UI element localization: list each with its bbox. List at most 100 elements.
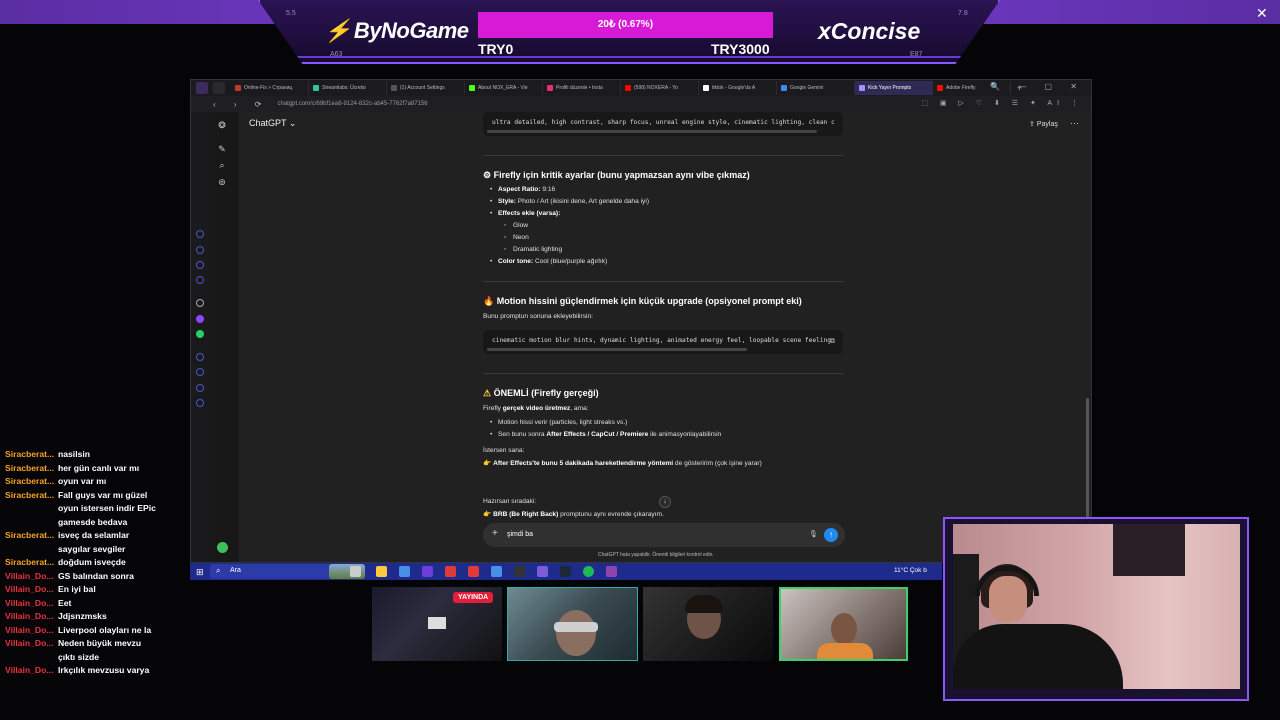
chat-username[interactable]: Siracberat... bbox=[0, 489, 58, 530]
code-scrollbar[interactable] bbox=[487, 130, 817, 133]
openai-logo-icon[interactable]: ❂ bbox=[217, 120, 227, 130]
search-icon: ⌕ bbox=[216, 566, 221, 575]
microphone-icon[interactable]: 🎙 bbox=[809, 530, 818, 538]
search-icon[interactable]: ⌕ bbox=[217, 160, 227, 170]
camera-thumbnail[interactable] bbox=[779, 587, 908, 661]
sidebar-timer-icon[interactable] bbox=[196, 368, 204, 376]
text-part: Sen bunu sonra bbox=[498, 431, 547, 438]
app-icon[interactable] bbox=[606, 566, 617, 577]
system-tray[interactable]: 11°C Çok b bbox=[894, 567, 927, 574]
sidebar-twitch-icon[interactable] bbox=[196, 315, 204, 323]
curtain-shape bbox=[1113, 524, 1185, 576]
taskbar-search[interactable]: ⌕ Ara bbox=[210, 564, 365, 579]
more-options-button[interactable]: ⋯ bbox=[1070, 118, 1079, 129]
windows-start-icon[interactable]: ⊞ bbox=[196, 567, 204, 578]
obs-icon[interactable] bbox=[514, 566, 525, 577]
browser-icon[interactable] bbox=[422, 566, 433, 577]
file-explorer-icon[interactable] bbox=[376, 566, 387, 577]
chat-username[interactable]: Villain_Do... bbox=[0, 583, 58, 597]
chat-username[interactable]: Siracberat... bbox=[0, 475, 58, 489]
browser-tab[interactable]: Profili düzenle • Insta bbox=[543, 81, 621, 95]
plus-icon[interactable]: + bbox=[492, 528, 498, 539]
send-button[interactable]: ↑ bbox=[824, 528, 838, 542]
sidebar-notes-icon[interactable] bbox=[196, 276, 204, 284]
user-avatar[interactable] bbox=[217, 542, 228, 553]
camera-thumbnail[interactable] bbox=[643, 587, 773, 661]
goal-min-label: TRY0 bbox=[478, 41, 514, 57]
app-icon[interactable] bbox=[468, 566, 479, 577]
code-scrollbar[interactable] bbox=[487, 348, 747, 351]
camera-thumbnail[interactable] bbox=[507, 587, 638, 661]
window-controls[interactable]: 🔍 — ▢ ✕ bbox=[990, 82, 1085, 91]
chat-message: Villain_Do... Neden büyük mevzu çıktı siz… bbox=[0, 637, 160, 664]
nav-buttons[interactable]: ‹ › ⟳ bbox=[213, 100, 269, 109]
chat-username[interactable]: Siracberat... bbox=[0, 556, 58, 570]
message-composer[interactable]: + şimdi ba 🎙 ↑ bbox=[483, 523, 845, 547]
paragraph: Bunu promptun sonuna ekleyebilirsin: bbox=[483, 313, 593, 320]
chat-username[interactable]: Villain_Do... bbox=[0, 610, 58, 624]
browser-tab[interactable]: About NOX_ERA - Vie bbox=[465, 81, 543, 95]
new-chat-icon[interactable]: ✎ bbox=[217, 144, 227, 154]
store-icon[interactable] bbox=[399, 566, 410, 577]
app-icon[interactable] bbox=[445, 566, 456, 577]
chat-username[interactable]: Siracberat... bbox=[0, 529, 58, 556]
browser-tab[interactable]: tiktok - Google'da A bbox=[699, 81, 777, 95]
chat-username[interactable]: Villain_Do... bbox=[0, 664, 58, 678]
model-selector[interactable]: ChatGPT ⌄ bbox=[249, 118, 296, 129]
chat-message: Siracberat... her gün canlı var mı bbox=[0, 462, 160, 476]
list-item: Sen bunu sonra After Effects / CapCut / … bbox=[490, 431, 721, 438]
sidebar-whatsapp-icon[interactable] bbox=[196, 330, 204, 338]
share-button[interactable]: ⇪ Paylaş bbox=[1029, 120, 1058, 128]
text-bold: After Effects'te bunu 5 dakikada hareket… bbox=[493, 460, 674, 467]
chat-username[interactable]: Villain_Do... bbox=[0, 597, 58, 611]
browser-tab[interactable]: (598) NOXERA - Yo bbox=[621, 81, 699, 95]
xconcise-logo: xConcise bbox=[818, 18, 921, 44]
sidebar-messenger-icon[interactable] bbox=[196, 384, 204, 392]
browser-tab[interactable]: Streamlabs: Ücretsi bbox=[309, 81, 387, 95]
discord-icon[interactable] bbox=[537, 566, 548, 577]
divider bbox=[483, 281, 843, 282]
headset-icon bbox=[975, 566, 1039, 596]
chat-username[interactable]: Siracberat... bbox=[0, 462, 58, 476]
scroll-down-button[interactable]: ↓ bbox=[659, 496, 671, 508]
toolbar-icons[interactable]: ⬚ ▣ ▷ ♡ ⬇ ☰ ✦ AI ⋮ bbox=[921, 99, 1083, 107]
copy-icon[interactable]: ⧉ bbox=[830, 337, 835, 346]
chevron-down-icon: ⌄ bbox=[288, 118, 297, 128]
chat-username[interactable]: Villain_Do... bbox=[0, 637, 58, 664]
url-field[interactable]: chatgpt.com/c/69bf1ea6-9124-832c-ab45-77… bbox=[277, 101, 427, 107]
sidebar-bookmark-icon[interactable] bbox=[196, 246, 204, 254]
browser-tab[interactable]: Online-Fix » Страниц bbox=[231, 81, 309, 95]
hair-shape bbox=[685, 595, 723, 613]
sidebar-chatgpt-icon[interactable] bbox=[196, 299, 204, 307]
divider bbox=[483, 373, 843, 374]
browser-tab[interactable]: Kick Yayın Prompts bbox=[855, 81, 933, 95]
browser-profile-icon[interactable] bbox=[196, 82, 208, 94]
item-label: Color tone: bbox=[498, 258, 534, 265]
stream-chat: Siracberat... nasilsin Siracberat... her gü… bbox=[0, 448, 160, 720]
sidebar-settings-icon[interactable] bbox=[196, 399, 204, 407]
chat-username[interactable]: Villain_Do... bbox=[0, 624, 58, 638]
browser-tab[interactable]: Google Gemini bbox=[777, 81, 855, 95]
browser-tab[interactable]: (1) Account Settings bbox=[387, 81, 465, 95]
scrollbar[interactable] bbox=[1086, 398, 1089, 518]
app-icon[interactable] bbox=[491, 566, 502, 577]
close-icon[interactable]: ✕ bbox=[1256, 5, 1268, 22]
body-shape bbox=[953, 624, 1123, 689]
list-item: Aspect Ratio: 9:16 bbox=[490, 186, 555, 193]
sidebar-history-icon[interactable] bbox=[196, 230, 204, 238]
text-part: de gösteririm (çok işine yarar) bbox=[673, 460, 762, 467]
text-part: promptunu aynı evrende çıkarayım. bbox=[558, 511, 664, 518]
steam-icon[interactable] bbox=[560, 566, 571, 577]
sidebar-clock-icon[interactable] bbox=[196, 353, 204, 361]
library-icon[interactable]: ⊚ bbox=[217, 177, 227, 187]
task-view-icon[interactable] bbox=[350, 566, 361, 577]
prompt-input[interactable]: şimdi ba bbox=[507, 531, 533, 538]
chat-username[interactable]: Siracberat... bbox=[0, 448, 58, 462]
workspaces-icon[interactable] bbox=[213, 82, 225, 94]
spotify-icon[interactable] bbox=[583, 566, 594, 577]
tab-bar: Online-Fix » Страниц Streamlabs: Ücretsi (… bbox=[191, 80, 1091, 96]
corner-label: E87 bbox=[910, 51, 923, 58]
chat-username[interactable]: Villain_Do... bbox=[0, 570, 58, 584]
sidebar-chat-icon[interactable] bbox=[196, 261, 204, 269]
windows-taskbar: ⊞ ⌕ Ara 11°C Çok b bbox=[190, 563, 942, 580]
